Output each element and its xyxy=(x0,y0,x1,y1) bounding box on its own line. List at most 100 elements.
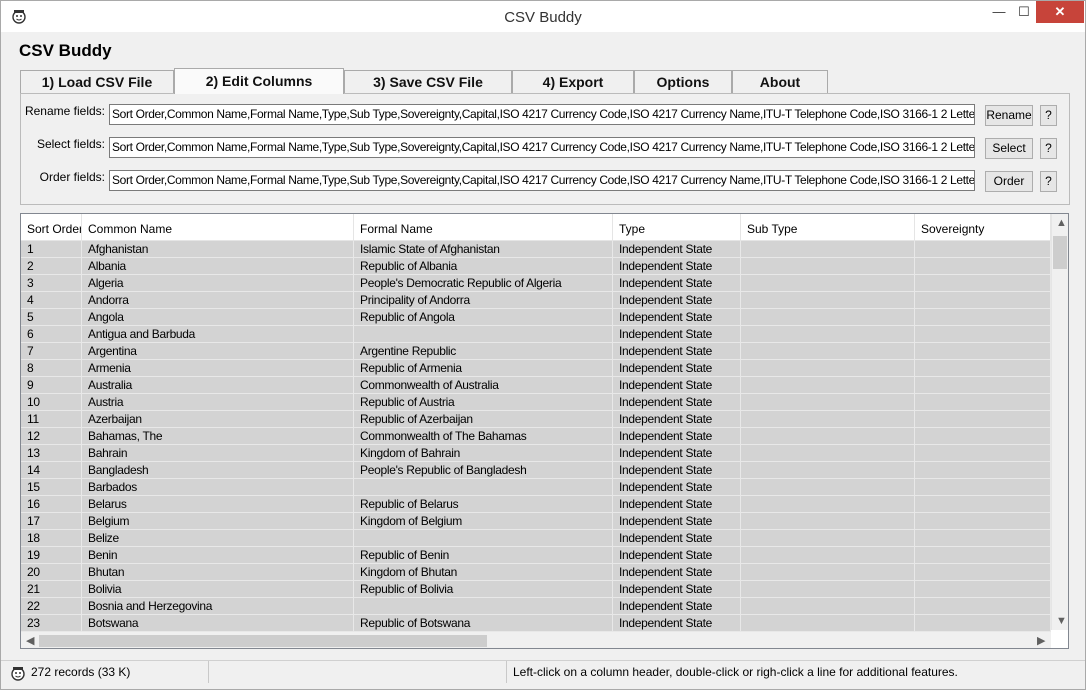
table-cell[interactable]: Republic of Azerbaijan xyxy=(354,411,613,428)
table-cell[interactable] xyxy=(741,360,915,377)
table-row[interactable]: 10 Austria Republic of Austria Independent … xyxy=(21,394,1051,411)
table-cell[interactable] xyxy=(915,496,1051,513)
table-cell[interactable]: 22 xyxy=(21,598,82,615)
table-row[interactable]: 5 Angola Republic of Angola Independent Sta… xyxy=(21,309,1051,326)
table-cell[interactable]: Independent State xyxy=(613,309,741,326)
tab-export[interactable]: 4) Export xyxy=(512,70,634,93)
table-cell[interactable]: Independent State xyxy=(613,462,741,479)
table-cell[interactable]: 19 xyxy=(21,547,82,564)
table-cell[interactable]: 10 xyxy=(21,394,82,411)
horizontal-scroll-thumb[interactable] xyxy=(39,635,487,647)
column-header[interactable]: Sub Type xyxy=(741,214,915,241)
table-cell[interactable]: Bhutan xyxy=(82,564,354,581)
order-help-button[interactable]: ? xyxy=(1040,171,1057,192)
scroll-up-icon[interactable]: ▲ xyxy=(1056,217,1067,229)
table-cell[interactable]: Belize xyxy=(82,530,354,547)
table-cell[interactable]: Independent State xyxy=(613,292,741,309)
scroll-right-icon[interactable]: ▶ xyxy=(1037,634,1045,647)
tab-about[interactable]: About xyxy=(732,70,828,93)
table-cell[interactable]: Independent State xyxy=(613,581,741,598)
select-button[interactable]: Select xyxy=(985,138,1033,159)
table-cell[interactable] xyxy=(741,513,915,530)
select-fields-input[interactable]: Sort Order,Common Name,Formal Name,Type,… xyxy=(109,137,975,158)
table-cell[interactable]: Republic of Benin xyxy=(354,547,613,564)
table-cell[interactable] xyxy=(741,258,915,275)
table-cell[interactable]: Independent State xyxy=(613,530,741,547)
table-cell[interactable]: Barbados xyxy=(82,479,354,496)
table-cell[interactable] xyxy=(741,479,915,496)
table-cell[interactable] xyxy=(915,411,1051,428)
table-cell[interactable] xyxy=(915,598,1051,615)
table-cell[interactable] xyxy=(741,377,915,394)
table-cell[interactable]: Algeria xyxy=(82,275,354,292)
table-cell[interactable]: 17 xyxy=(21,513,82,530)
table-cell[interactable]: Independent State xyxy=(613,360,741,377)
table-row[interactable]: 2 Albania Republic of Albania Independent S… xyxy=(21,258,1051,275)
scroll-left-icon[interactable]: ◀ xyxy=(26,634,34,647)
tab-save-csv[interactable]: 3) Save CSV File xyxy=(344,70,512,93)
table-cell[interactable] xyxy=(915,292,1051,309)
table-cell[interactable]: 9 xyxy=(21,377,82,394)
table-cell[interactable] xyxy=(741,275,915,292)
table-row[interactable]: 8 Armenia Republic of Armenia Independent S… xyxy=(21,360,1051,377)
table-cell[interactable] xyxy=(741,615,915,632)
table-cell[interactable]: 2 xyxy=(21,258,82,275)
table-cell[interactable] xyxy=(741,462,915,479)
table-cell[interactable]: 8 xyxy=(21,360,82,377)
table-cell[interactable]: Argentine Republic xyxy=(354,343,613,360)
table-cell[interactable]: Islamic State of Afghanistan xyxy=(354,241,613,258)
table-cell[interactable] xyxy=(915,513,1051,530)
table-row[interactable]: 4 Andorra Principality of Andorra Independe… xyxy=(21,292,1051,309)
rename-help-button[interactable]: ? xyxy=(1040,105,1057,126)
table-cell[interactable]: Independent State xyxy=(613,445,741,462)
table-cell[interactable] xyxy=(741,547,915,564)
table-cell[interactable]: Republic of Austria xyxy=(354,394,613,411)
table-cell[interactable]: Principality of Andorra xyxy=(354,292,613,309)
table-cell[interactable]: 15 xyxy=(21,479,82,496)
table-cell[interactable]: Independent State xyxy=(613,343,741,360)
table-cell[interactable] xyxy=(741,530,915,547)
table-cell[interactable]: 14 xyxy=(21,462,82,479)
rename-fields-input[interactable]: Sort Order,Common Name,Formal Name,Type,… xyxy=(109,104,975,125)
column-header[interactable]: Formal Name xyxy=(354,214,613,241)
data-grid[interactable]: Sort Order Common Name Formal Name Type Sub … xyxy=(20,213,1069,649)
tab-edit-columns[interactable]: 2) Edit Columns xyxy=(174,68,344,94)
table-cell[interactable]: People's Democratic Republic of Algeria xyxy=(354,275,613,292)
table-cell[interactable] xyxy=(915,309,1051,326)
table-cell[interactable]: Bahamas, The xyxy=(82,428,354,445)
table-cell[interactable]: Andorra xyxy=(82,292,354,309)
table-row[interactable]: 14 Bangladesh People's Republic of Banglad… xyxy=(21,462,1051,479)
table-cell[interactable]: Austria xyxy=(82,394,354,411)
table-cell[interactable]: 20 xyxy=(21,564,82,581)
table-cell[interactable]: Angola xyxy=(82,309,354,326)
table-row[interactable]: 15 Barbados Independent State xyxy=(21,479,1051,496)
table-row[interactable]: 21 Bolivia Republic of Bolivia Independent … xyxy=(21,581,1051,598)
table-cell[interactable]: 11 xyxy=(21,411,82,428)
table-cell[interactable]: Independent State xyxy=(613,513,741,530)
table-cell[interactable] xyxy=(741,428,915,445)
table-cell[interactable]: Republic of Albania xyxy=(354,258,613,275)
rename-button[interactable]: Rename xyxy=(985,105,1033,126)
table-cell[interactable] xyxy=(915,564,1051,581)
table-cell[interactable]: Republic of Bolivia xyxy=(354,581,613,598)
table-cell[interactable]: Armenia xyxy=(82,360,354,377)
table-cell[interactable] xyxy=(741,598,915,615)
table-cell[interactable]: Belgium xyxy=(82,513,354,530)
table-cell[interactable] xyxy=(915,445,1051,462)
table-cell[interactable] xyxy=(741,326,915,343)
table-cell[interactable] xyxy=(741,564,915,581)
table-cell[interactable]: Independent State xyxy=(613,241,741,258)
table-cell[interactable]: Commonwealth of Australia xyxy=(354,377,613,394)
table-cell[interactable] xyxy=(741,241,915,258)
table-cell[interactable]: Independent State xyxy=(613,564,741,581)
table-cell[interactable]: Azerbaijan xyxy=(82,411,354,428)
table-row[interactable]: 3 Algeria People's Democratic Republic of … xyxy=(21,275,1051,292)
table-cell[interactable]: Republic of Botswana xyxy=(354,615,613,632)
table-cell[interactable]: Bahrain xyxy=(82,445,354,462)
table-cell[interactable]: Independent State xyxy=(613,275,741,292)
table-cell[interactable] xyxy=(741,445,915,462)
table-cell[interactable]: 23 xyxy=(21,615,82,632)
table-cell[interactable] xyxy=(741,309,915,326)
tab-load-csv[interactable]: 1) Load CSV File xyxy=(20,70,174,93)
table-cell[interactable]: Belarus xyxy=(82,496,354,513)
